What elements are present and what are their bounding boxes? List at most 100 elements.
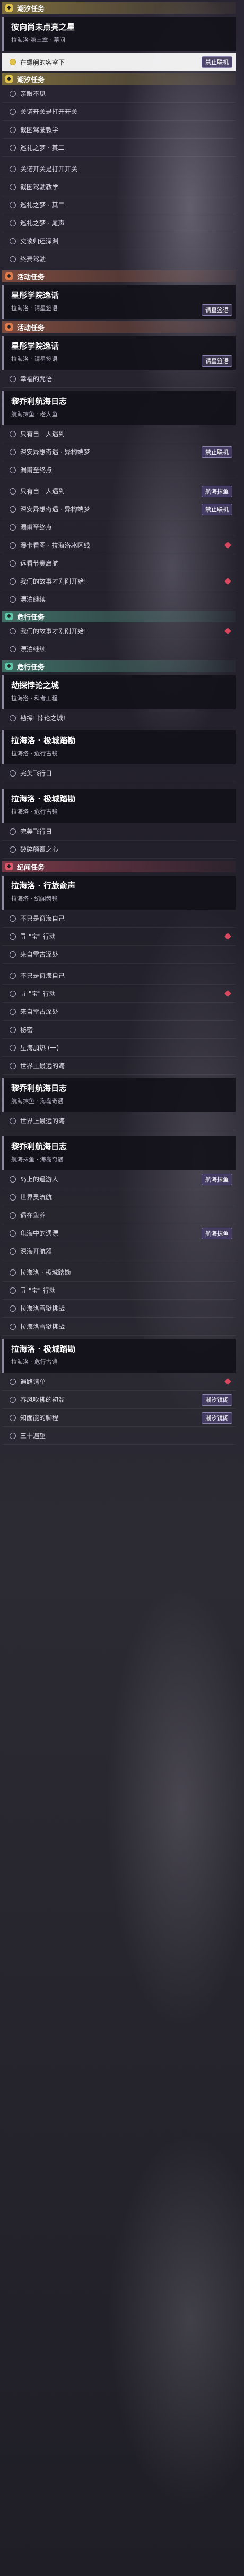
quest-step[interactable]: 世界灵流航	[2, 1188, 236, 1206]
step-label: 远看节奏启航	[20, 560, 59, 567]
quest-step[interactable]: 关诺开关是打开开关	[2, 160, 236, 178]
quest-card[interactable]: 黎乔利航海日志 航海抹鱼 · 海岛奇遇	[2, 1136, 236, 1170]
step-circle-icon	[10, 165, 16, 172]
quest-card[interactable]: 劫探悖论之城 拉海洛 · 科考工程	[2, 675, 236, 709]
quest-step[interactable]: 春风吹拂的初溜 潮汐镜阁	[2, 1391, 236, 1409]
section-label: 纪闻任务	[17, 863, 45, 872]
step-circle-icon	[10, 714, 16, 721]
step-circle-icon	[10, 1062, 16, 1069]
quest-card[interactable]: 拉海洛 · 极城踏勘 拉海洛 · 危行古镜	[2, 789, 236, 823]
quest-title: 拉海洛 · 极城踏勘	[11, 736, 76, 745]
quest-step[interactable]: 拉海洛雪狱挑战	[2, 1318, 236, 1336]
quest-step[interactable]: 知面能的脚程 潮汐镜阁	[2, 1409, 236, 1427]
step-label: 漂泊继续	[20, 646, 46, 653]
quest-step[interactable]: 不只是窗海自己	[2, 910, 236, 928]
step-circle-icon	[10, 375, 16, 382]
quest-card[interactable]: 拉海洛 · 行旅俞声 拉海洛 · 纪闻齿镜	[2, 876, 236, 910]
step-circle-icon	[10, 828, 16, 835]
quest-step[interactable]: 星海加热 (一)	[2, 1039, 236, 1057]
quest-step[interactable]: 不只是窗海自己	[2, 967, 236, 985]
quest-step[interactable]: 在螺舸的客室下 禁止联机	[2, 53, 236, 71]
quest-step[interactable]: 勘探! 悖论之城!	[2, 709, 236, 727]
section-label: 活动任务	[17, 273, 45, 281]
quest-card[interactable]: 黎乔利航海日志 航海抹鱼 · 老人鱼	[2, 391, 236, 425]
step-label: 来自雷古深处	[20, 951, 59, 958]
quest-step[interactable]: 完美飞行日	[2, 764, 236, 782]
step-circle-icon	[10, 1287, 16, 1294]
quest-step[interactable]: 寻 "宝" 行动	[2, 928, 236, 946]
step-label: 幸福的咒语	[20, 375, 53, 383]
quest-step[interactable]: 漂泊继续	[2, 590, 236, 608]
section-header: ◆ 潮汐任务	[2, 73, 236, 85]
quest-step[interactable]: 我们的故事才刚刚开始!	[2, 572, 236, 590]
step-label: 漂泊继续	[20, 596, 46, 603]
quest-step[interactable]: 完美飞行日	[2, 823, 236, 841]
quest-step[interactable]: 秘密	[2, 1021, 236, 1039]
quest-card[interactable]: 星彤学院逸话 拉海洛 · 请星签语 请星签语	[2, 285, 236, 319]
quest-step[interactable]: 只有自一人遇到 航海抹鱼	[2, 482, 236, 500]
step-circle-icon	[10, 466, 16, 473]
quest-step[interactable]: 关诺开关是打开开关	[2, 103, 236, 121]
quest-card[interactable]: 拉海洛 · 极城踏勘 拉海洛 · 危行古镜	[2, 1339, 236, 1373]
quest-step[interactable]: 瀑卡看图 · 拉海洛冰区线	[2, 536, 236, 554]
step-circle-icon	[10, 524, 16, 531]
quest-step[interactable]: 深安异想奇遇 · 异构端梦 禁止联机	[2, 500, 236, 518]
step-label: 破碎颠覆之心	[20, 846, 59, 853]
step-circle-icon	[10, 1269, 16, 1276]
quest-step[interactable]: 截困驾驶教学	[2, 121, 236, 139]
step-circle-icon	[10, 1305, 16, 1312]
quest-step[interactable]: 亲眼不见	[2, 85, 236, 103]
quest-title: 黎乔利航海日志	[11, 1142, 67, 1151]
quest-step[interactable]: 破碎颠覆之心	[2, 841, 236, 859]
quest-step[interactable]: 漂泊继续	[2, 640, 236, 658]
quest-title: 劫探悖论之城	[11, 681, 59, 690]
quest-card[interactable]: 彼向尚未点亮之星 拉海洛·第三章 · 幕间	[2, 17, 236, 51]
step-label: 不只是窗海自己	[20, 972, 65, 980]
quest-step[interactable]: 龟海中的遇漂 航海抹鱼	[2, 1224, 236, 1242]
quest-step[interactable]: 截困驾驶教学	[2, 178, 236, 196]
quest-step[interactable]: 终焉驾驶	[2, 250, 236, 268]
step-circle-icon	[10, 1044, 16, 1051]
quest-step[interactable]: 寻 "宝" 行动	[2, 1282, 236, 1300]
quest-step[interactable]: 漏甫至终点	[2, 518, 236, 536]
quest-step[interactable]: 我们的故事才刚刚开始!	[2, 622, 236, 640]
quest-card[interactable]: 拉海洛 · 极城踏勘 拉海洛 · 危行古镜	[2, 730, 236, 764]
quest-step[interactable]: 只有自一人遇到	[2, 425, 236, 443]
step-circle-icon	[10, 951, 16, 958]
quest-step[interactable]: 交谈归还深渊	[2, 232, 236, 250]
step-label: 终焉驾驶	[20, 255, 46, 263]
quest-step[interactable]: 深安异想奇遇 · 异构端梦 禁止联机	[2, 443, 236, 461]
quest-step[interactable]: 遇路请单	[2, 1373, 236, 1391]
step-label: 巡礼之梦 · 其二	[20, 201, 65, 209]
quest-step[interactable]: 来自雷古深处	[2, 1003, 236, 1021]
step-label: 知面能的脚程	[20, 1414, 59, 1422]
section-header: ◆ 纪闻任务	[2, 861, 236, 872]
section-icon: ◆	[5, 863, 13, 870]
quest-step[interactable]: 远看节奏启航	[2, 554, 236, 572]
quest-step[interactable]: 拉海洛雪狱挑战	[2, 1300, 236, 1318]
quest-step[interactable]: 岛上的遥游人 航海抹鱼	[2, 1170, 236, 1188]
quest-step[interactable]: 拉海洛 · 极城踏勘	[2, 1264, 236, 1282]
quest-title: 拉海洛 · 行旅俞声	[11, 881, 76, 890]
quest-step[interactable]: 幸福的咒语	[2, 370, 236, 388]
quest-step[interactable]: 世界上最远的海	[2, 1112, 236, 1130]
quest-step[interactable]: 世界上最远的海	[2, 1057, 236, 1075]
quest-title: 星彤学院逸话	[11, 341, 59, 351]
step-label: 勘探! 悖论之城!	[20, 714, 66, 722]
quest-card[interactable]: 黎乔利航海日志 航海抹鱼 · 海岛奇遇	[2, 1078, 236, 1112]
quest-step[interactable]: 巡礼之梦 · 尾声	[2, 214, 236, 232]
step-circle-icon	[10, 1323, 16, 1330]
step-circle-icon	[10, 1378, 16, 1385]
section-label: 潮汐任务	[17, 5, 45, 13]
quest-step[interactable]: 漏甫至终点	[2, 461, 236, 479]
quest-step[interactable]: 巡礼之梦 · 其二	[2, 139, 236, 157]
quest-step[interactable]: 来自雷古深处	[2, 946, 236, 964]
step-circle-icon	[10, 770, 16, 777]
quest-card[interactable]: 星彤学院逸话 拉海洛 · 请星签语 请星签语	[2, 336, 236, 370]
quest-step[interactable]: 寻 "宝" 行动	[2, 985, 236, 1003]
quest-step[interactable]: 三十遍望	[2, 1427, 236, 1445]
quest-step[interactable]: 遇在鱼养	[2, 1206, 236, 1224]
step-label: 来自雷古深处	[20, 1008, 59, 1016]
quest-step[interactable]: 巡礼之梦 · 其二	[2, 196, 236, 214]
quest-step[interactable]: 深海开航器	[2, 1242, 236, 1260]
